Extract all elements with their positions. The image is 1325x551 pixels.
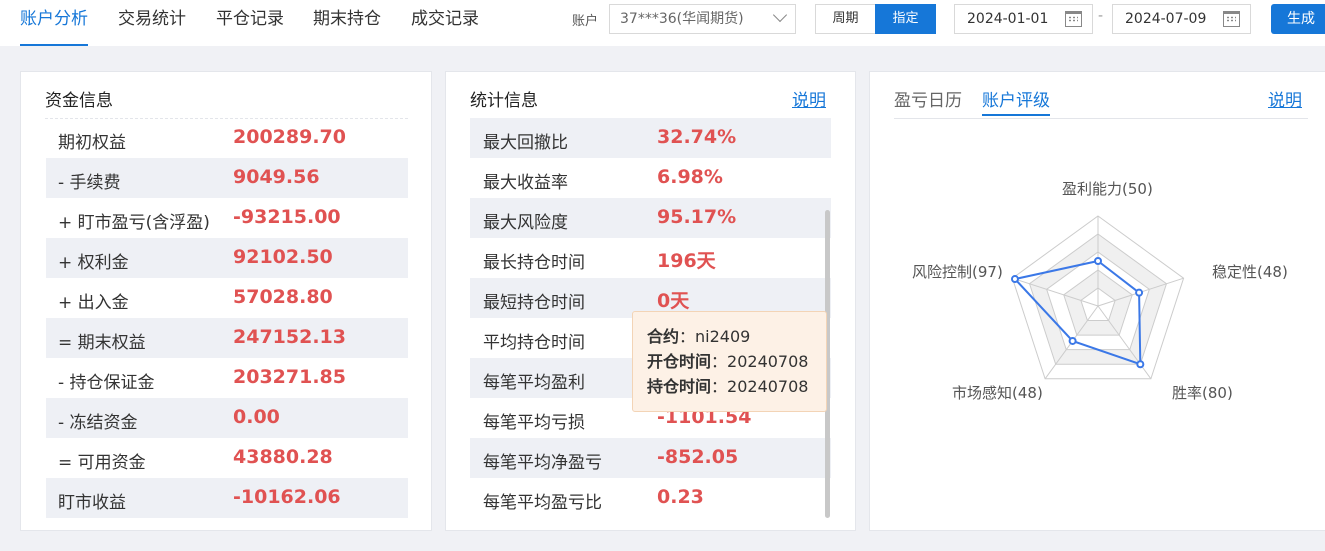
funds-row-label: + 出入金 <box>58 293 129 313</box>
end-date-input[interactable]: 2024-07-09 <box>1112 4 1251 34</box>
stats-panel: 统计信息 说明 最大回撤比 32.74% 最大收益率 6.98% 最大风险度 95.17%… <box>445 71 856 531</box>
funds-row-value: -10162.06 <box>233 486 341 508</box>
mode-custom-button[interactable]: 指定 <box>875 4 936 34</box>
funds-row-label: - 冻结资金 <box>58 413 138 433</box>
stats-row-label: 最大风险度 <box>483 213 568 233</box>
stats-row-label: 平均持仓时间 <box>483 333 585 353</box>
generate-button[interactable]: 生成 <box>1271 4 1325 34</box>
chevron-down-icon <box>772 7 788 23</box>
account-select-value: 37***36(华闻期货) <box>620 11 744 27</box>
funds-row-value: 92102.50 <box>233 246 333 268</box>
tab-pnl-calendar[interactable]: 盈亏日历 <box>894 86 962 111</box>
funds-row: + 权利金 92102.50 <box>46 238 408 278</box>
top-bar: 账户分析 交易统计 平仓记录 期末持仓 成交记录 账户 37***36(华闻期货… <box>0 0 1325 46</box>
radar-axis-label: 市场感知(48) <box>952 384 1043 402</box>
stats-row-label: 最短持仓时间 <box>483 293 585 313</box>
stats-row-label: 每笔平均净盈亏 <box>483 453 602 473</box>
tab-trade-stats[interactable]: 交易统计 <box>118 0 186 46</box>
funds-row: = 可用资金 43880.28 <box>46 438 408 478</box>
stats-row: 最大风险度 95.17% <box>470 198 831 238</box>
funds-row-value: 9049.56 <box>233 166 320 188</box>
funds-row-label: 盯市收益 <box>58 493 126 513</box>
funds-panel: 资金信息 期初权益 200289.70 - 手续费 9049.56 + 盯市盈亏(含浮盈… <box>20 71 432 531</box>
stats-row: 最长持仓时间 196天 <box>470 238 831 278</box>
mode-period-button[interactable]: 周期 <box>815 4 876 34</box>
funds-row-value: -93215.00 <box>233 206 341 228</box>
position-tooltip: 合约：ni2409 开仓时间：20240708 持仓时间：20240708 <box>632 311 827 412</box>
funds-row-label: = 可用资金 <box>58 453 146 473</box>
start-date-value: 2024-01-01 <box>967 11 1049 27</box>
rating-help-link[interactable]: 说明 <box>1268 86 1302 111</box>
stats-help-link[interactable]: 说明 <box>792 86 826 111</box>
radar-axis-label: 风险控制(97) <box>912 263 1003 281</box>
funds-row-label: 期初权益 <box>58 133 126 153</box>
stats-row: 每笔平均净盈亏 -852.05 <box>470 438 831 478</box>
radar-axis-label: 胜率(80) <box>1172 384 1233 402</box>
funds-row: 期初权益 200289.70 <box>46 118 408 158</box>
stats-row-label: 最大回撤比 <box>483 133 568 153</box>
funds-row: + 出入金 57028.80 <box>46 278 408 318</box>
funds-row-value: 247152.13 <box>233 326 346 348</box>
tab-close-records[interactable]: 平仓记录 <box>216 0 284 46</box>
stats-row-value: 6.98% <box>657 166 723 188</box>
start-date-input[interactable]: 2024-01-01 <box>954 4 1093 34</box>
rating-divider <box>894 118 1308 119</box>
stats-row-value: 0.23 <box>657 486 704 508</box>
funds-title: 资金信息 <box>45 91 113 111</box>
calendar-icon[interactable] <box>1223 11 1240 27</box>
stats-row-value: 0天 <box>657 290 690 312</box>
funds-row-label: + 权利金 <box>58 253 129 273</box>
stats-row-value: -852.05 <box>657 446 739 468</box>
account-label: 账户 <box>572 14 599 29</box>
stats-row-value: 32.74% <box>657 126 737 148</box>
funds-row: 盯市收益 -10162.06 <box>46 478 408 518</box>
funds-row-value: 43880.28 <box>233 446 333 468</box>
account-select[interactable]: 37***36(华闻期货) <box>609 4 796 34</box>
funds-row: - 冻结资金 0.00 <box>46 398 408 438</box>
funds-row-value: 203271.85 <box>233 366 346 388</box>
stats-row-label: 每笔平均亏损 <box>483 413 585 433</box>
stats-title: 统计信息 <box>470 91 538 111</box>
funds-row: + 盯市盈亏(含浮盈) -93215.00 <box>46 198 408 238</box>
stats-row-value: 95.17% <box>657 206 737 228</box>
funds-row: - 持仓保证金 203271.85 <box>46 358 408 398</box>
tooltip-open-time: 开仓时间：20240708 <box>647 352 809 371</box>
radar-axis-label: 稳定性(48) <box>1212 263 1288 281</box>
tab-account-rating[interactable]: 账户评级 <box>982 86 1050 116</box>
funds-row-value: 200289.70 <box>233 126 346 148</box>
stats-row-label: 每笔平均盈亏比 <box>483 493 602 513</box>
stats-row: 最大收益率 6.98% <box>470 158 831 198</box>
tooltip-contract: 合约：ni2409 <box>647 327 751 346</box>
funds-row-label: - 手续费 <box>58 173 121 193</box>
funds-row-value: 57028.80 <box>233 286 333 308</box>
stats-row: 每笔平均盈亏比 0.23 <box>470 478 831 518</box>
stats-row: 最大回撤比 32.74% <box>470 118 831 158</box>
funds-row-label: + 盯市盈亏(含浮盈) <box>58 213 210 233</box>
stats-row-label: 最大收益率 <box>483 173 568 193</box>
stats-row-label: 最长持仓时间 <box>483 253 585 273</box>
radar-axis-label: 盈利能力(50) <box>1062 180 1153 198</box>
funds-row: - 手续费 9049.56 <box>46 158 408 198</box>
stats-row-value: 196天 <box>657 250 716 272</box>
rating-panel: 盈亏日历 账户评级 说明 <box>869 71 1325 531</box>
tab-end-positions[interactable]: 期末持仓 <box>313 0 381 46</box>
tab-fill-records[interactable]: 成交记录 <box>411 0 479 46</box>
date-separator: - <box>1098 8 1104 24</box>
calendar-icon[interactable] <box>1065 11 1082 27</box>
funds-row: = 期末权益 247152.13 <box>46 318 408 358</box>
tab-account-analysis[interactable]: 账户分析 <box>20 0 88 46</box>
funds-row-label: = 期末权益 <box>58 333 146 353</box>
stats-row-label: 每笔平均盈利 <box>483 373 585 393</box>
funds-rows: 期初权益 200289.70 - 手续费 9049.56 + 盯市盈亏(含浮盈) -932… <box>46 118 408 518</box>
funds-row-label: - 持仓保证金 <box>58 373 155 393</box>
funds-row-value: 0.00 <box>233 406 280 428</box>
tooltip-hold-time: 持仓时间：20240708 <box>647 377 809 396</box>
end-date-value: 2024-07-09 <box>1125 11 1207 27</box>
